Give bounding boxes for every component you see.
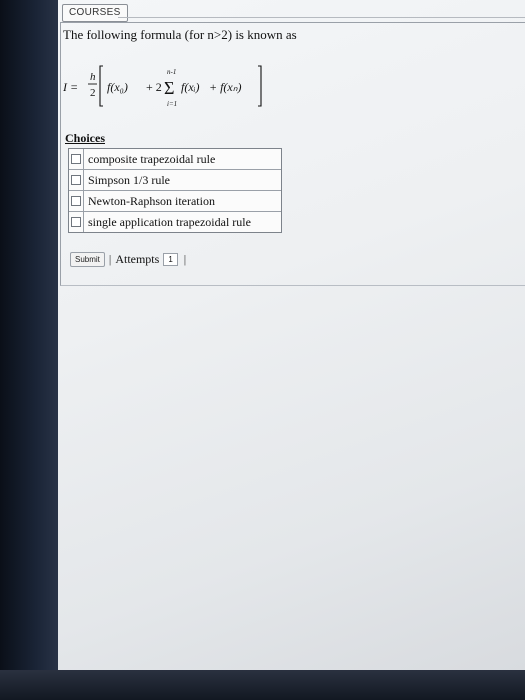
formula-coefficient: + 2 — [146, 80, 162, 94]
choices-title: Choices — [65, 131, 105, 145]
question-text: The following formula (for n>2) is known… — [63, 27, 297, 42]
formula-image: I = h 2 f(x₀) + 2 n-1 Σ i=1 f(xᵢ) + f(xₙ… — [63, 65, 262, 108]
choice-option[interactable]: Newton-Raphson iteration — [69, 191, 281, 212]
monitor-bezel — [0, 0, 60, 700]
choice-option[interactable]: Simpson 1/3 rule — [69, 170, 281, 191]
attempts-count-badge: 1 — [163, 253, 178, 266]
divider — [118, 17, 525, 18]
choice-label: composite trapezoidal rule — [88, 151, 216, 166]
formula-lhs: I = — [63, 80, 78, 94]
formula-denominator: 2 — [90, 87, 96, 99]
checkbox[interactable] — [69, 149, 84, 169]
submit-row: Submit | Attempts 1 | — [70, 252, 186, 267]
formula-term-sum: f(xᵢ) — [181, 80, 200, 94]
choice-option[interactable]: composite trapezoidal rule — [69, 149, 281, 170]
separator: | — [108, 252, 112, 266]
screen: COURSES The following formula (for n>2) … — [58, 0, 525, 670]
formula-lower-limit: i=1 — [167, 100, 177, 108]
choice-label: Simpson 1/3 rule — [88, 172, 171, 187]
courses-tab[interactable]: COURSES — [62, 4, 128, 22]
formula-term-last: + f(xₙ) — [209, 80, 242, 94]
checkbox[interactable] — [69, 212, 84, 232]
choice-label: Newton-Raphson iteration — [88, 193, 215, 208]
submit-button[interactable]: Submit — [70, 252, 105, 267]
choices-list: composite trapezoidal rule Simpson 1/3 r… — [68, 148, 282, 233]
summation-icon: Σ — [164, 78, 174, 98]
formula-numerator: h — [90, 71, 96, 83]
choice-label: single application trapezoidal rule — [88, 214, 251, 229]
checkbox[interactable] — [69, 170, 84, 190]
formula-term-first: f(x₀) — [107, 80, 128, 94]
checkbox[interactable] — [69, 191, 84, 211]
separator: | — [183, 252, 187, 266]
attempts-label: Attempts — [115, 252, 160, 266]
choice-option[interactable]: single application trapezoidal rule — [69, 212, 281, 232]
monitor-bezel-bottom — [0, 670, 525, 700]
formula-upper-limit: n-1 — [167, 68, 176, 76]
